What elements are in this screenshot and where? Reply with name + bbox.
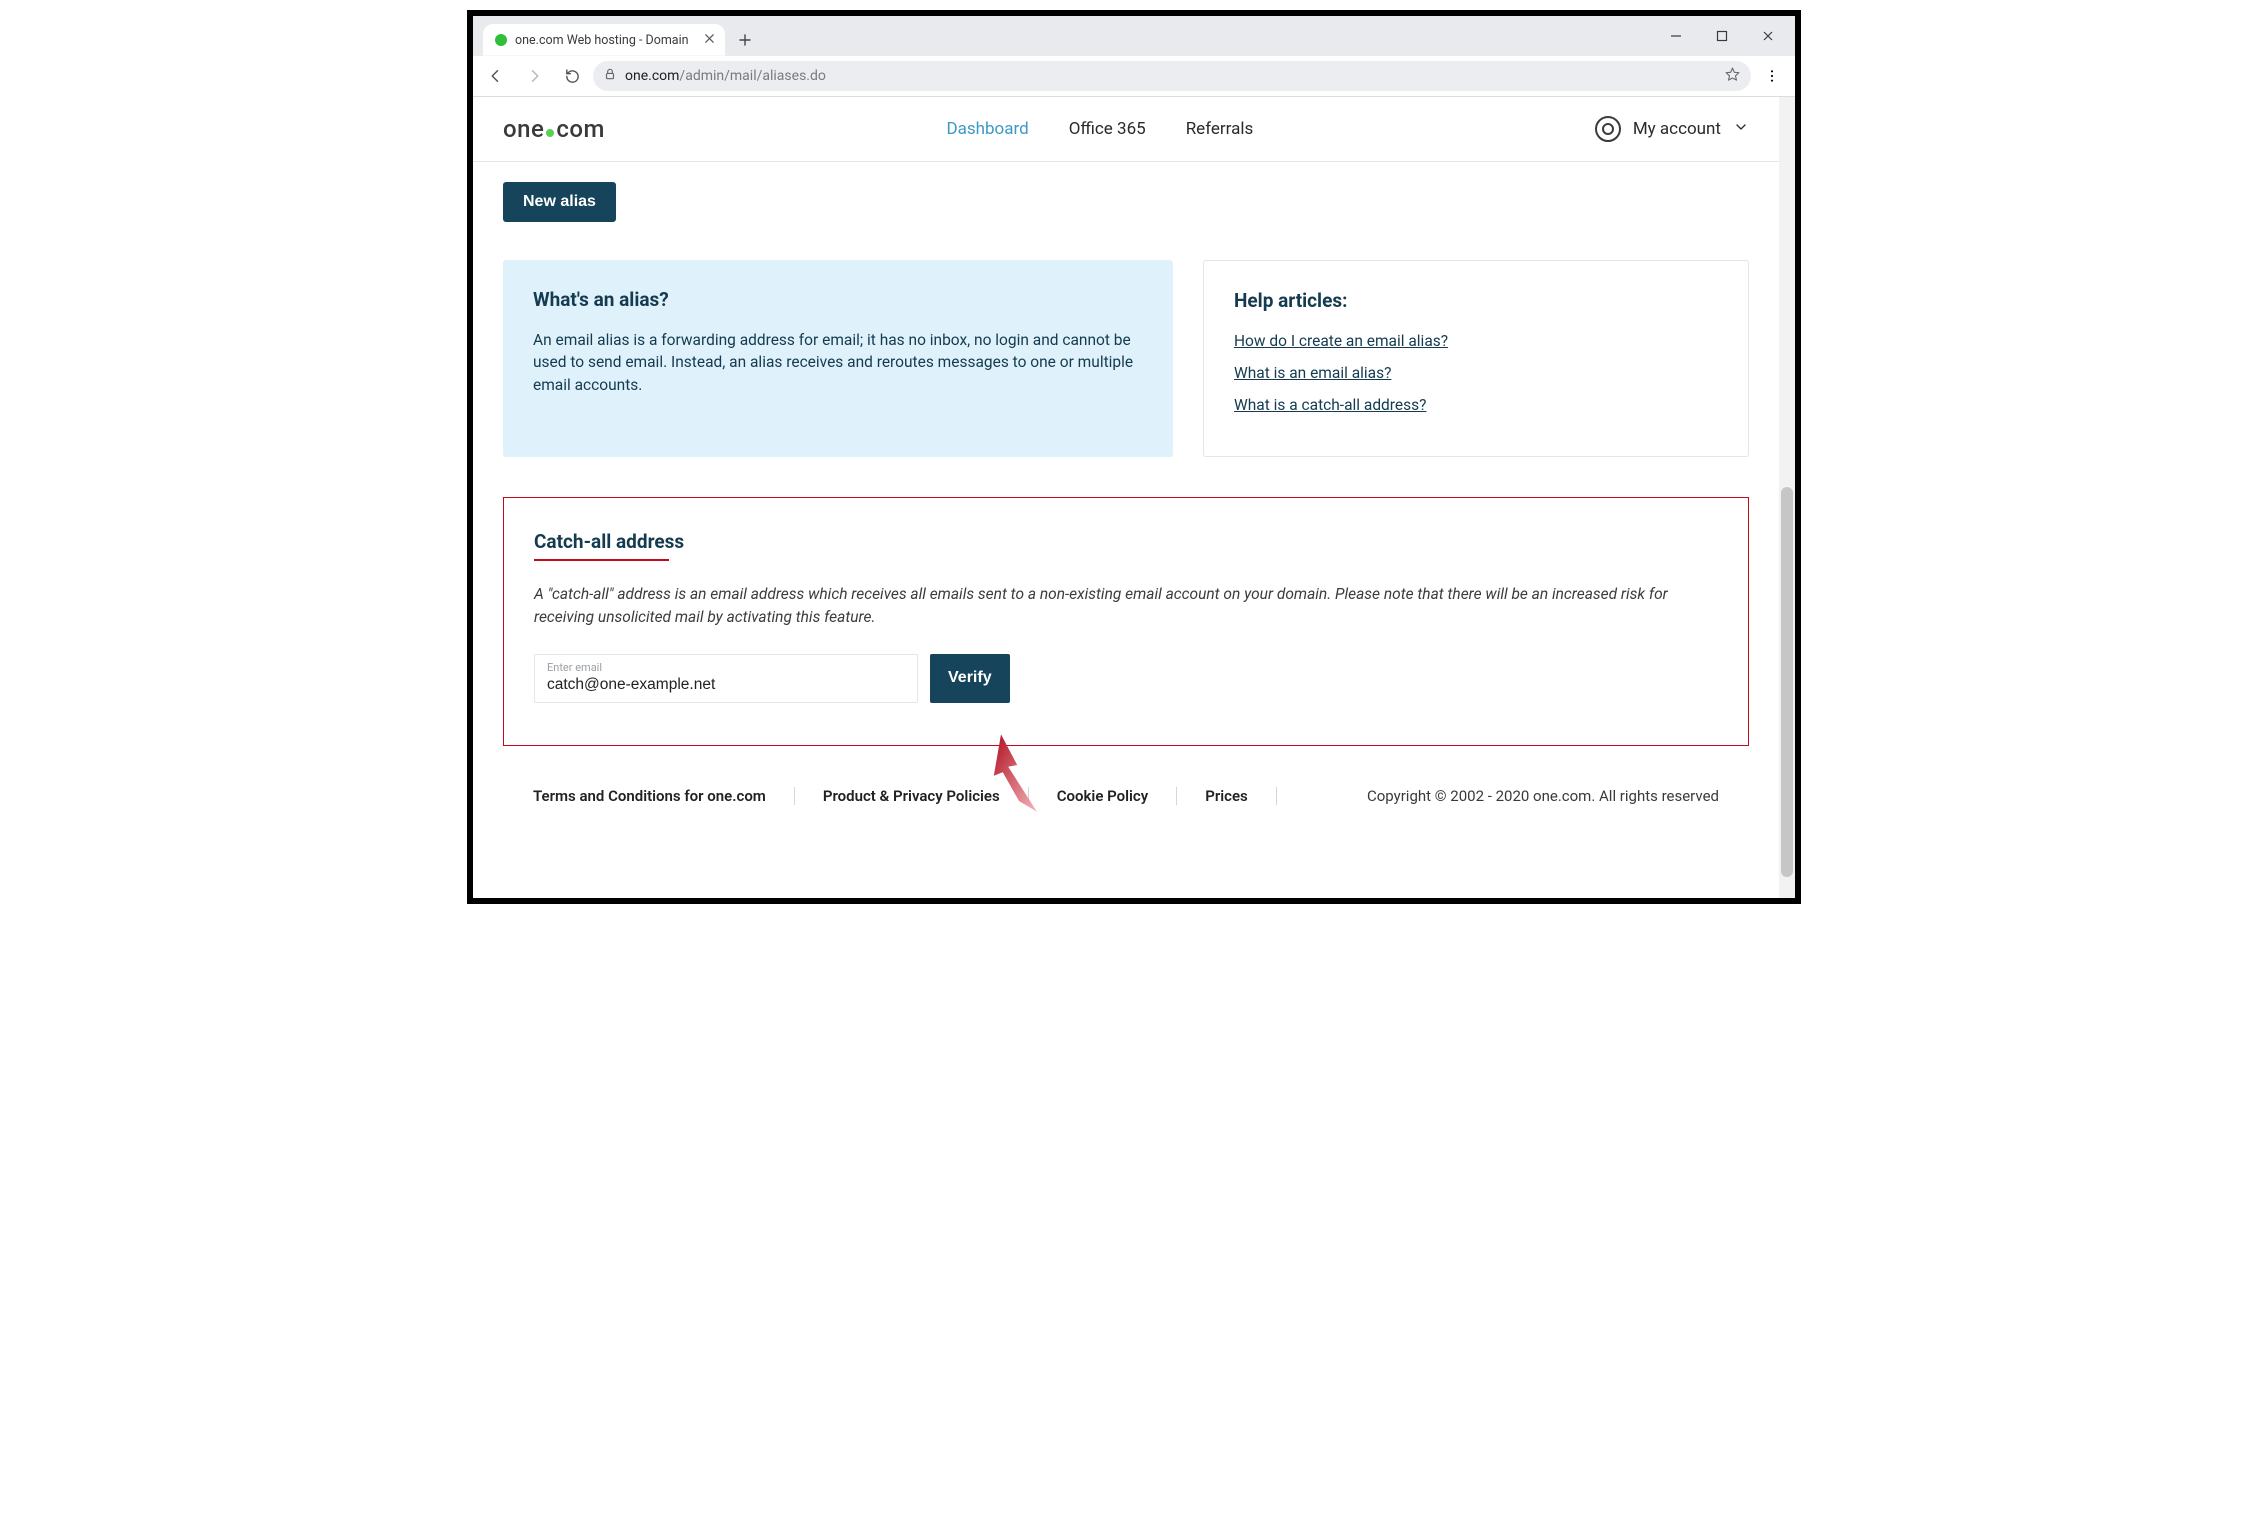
nav-office365[interactable]: Office 365 — [1069, 119, 1146, 139]
address-text: one.com/admin/mail/aliases.do — [625, 68, 826, 84]
window-minimize-button[interactable] — [1653, 16, 1699, 56]
tab-favicon-icon — [495, 34, 507, 46]
site-header: onecom Dashboard Office 365 Referrals My… — [473, 97, 1779, 162]
new-tab-button[interactable] — [731, 26, 759, 54]
browser-toolbar: one.com/admin/mail/aliases.do — [473, 56, 1795, 97]
page-content: New alias What's an alias? An email alia… — [473, 162, 1779, 824]
verify-button[interactable]: Verify — [930, 654, 1010, 703]
new-alias-button[interactable]: New alias — [503, 182, 616, 222]
app-frame: one.com Web hosting - Domain — [467, 10, 1801, 904]
help-link[interactable]: How do I create an email alias? — [1234, 332, 1718, 350]
footer-terms-link[interactable]: Terms and Conditions for one.com — [533, 787, 795, 805]
alias-info-title: What's an alias? — [533, 288, 1143, 311]
highlight-underline-icon — [534, 559, 669, 561]
scrollbar-thumb[interactable] — [1781, 487, 1793, 877]
user-avatar-icon — [1595, 116, 1621, 142]
site-logo[interactable]: onecom — [503, 115, 605, 143]
primary-nav: Dashboard Office 365 Referrals — [635, 119, 1565, 139]
vertical-scrollbar[interactable] — [1779, 97, 1795, 898]
catchall-form: Enter email Verify — [534, 654, 1718, 703]
alias-info-body: An email alias is a forwarding address f… — [533, 329, 1143, 396]
alias-info-card: What's an alias? An email alias is a for… — [503, 260, 1173, 457]
browser-titlebar: one.com Web hosting - Domain — [473, 16, 1795, 56]
tab-title: one.com Web hosting - Domain — [515, 33, 696, 48]
help-link[interactable]: What is an email alias? — [1234, 364, 1718, 382]
bookmark-star-icon[interactable] — [1724, 66, 1741, 87]
site-footer: Terms and Conditions for one.com Product… — [503, 768, 1749, 824]
catchall-email-label: Enter email — [547, 661, 905, 674]
window-close-button[interactable] — [1745, 16, 1791, 56]
footer-cookie-link[interactable]: Cookie Policy — [1029, 787, 1177, 805]
address-bar[interactable]: one.com/admin/mail/aliases.do — [593, 61, 1751, 91]
nav-reload-button[interactable] — [555, 59, 589, 93]
page-body: onecom Dashboard Office 365 Referrals My… — [473, 97, 1779, 898]
logo-dot-icon — [546, 129, 554, 137]
footer-policies-link[interactable]: Product & Privacy Policies — [795, 787, 1029, 805]
catchall-description: A "catch-all" address is an email addres… — [534, 583, 1718, 630]
help-link[interactable]: What is a catch-all address? — [1234, 396, 1718, 414]
tab-close-icon[interactable] — [704, 33, 715, 48]
nav-referrals[interactable]: Referrals — [1186, 119, 1254, 139]
browser-menu-button[interactable] — [1755, 59, 1789, 93]
nav-back-button[interactable] — [479, 59, 513, 93]
browser-tab[interactable]: one.com Web hosting - Domain — [483, 24, 725, 56]
footer-copyright: Copyright © 2002 - 2020 one.com. All rig… — [1367, 787, 1719, 805]
info-row: What's an alias? An email alias is a for… — [503, 260, 1749, 457]
account-menu[interactable]: My account — [1595, 116, 1749, 142]
footer-prices-link[interactable]: Prices — [1177, 787, 1277, 805]
nav-forward-button[interactable] — [517, 59, 551, 93]
chevron-down-icon — [1733, 119, 1749, 140]
help-articles-title: Help articles: — [1234, 289, 1718, 312]
help-articles-card: Help articles: How do I create an email … — [1203, 260, 1749, 457]
lock-icon — [603, 67, 617, 85]
catchall-email-input[interactable] — [547, 676, 905, 694]
window-controls — [1653, 16, 1791, 56]
account-label: My account — [1633, 119, 1721, 139]
catchall-section: Catch-all address A "catch-all" address … — [503, 497, 1749, 746]
nav-dashboard[interactable]: Dashboard — [946, 119, 1028, 139]
viewport: onecom Dashboard Office 365 Referrals My… — [473, 97, 1795, 898]
window-maximize-button[interactable] — [1699, 16, 1745, 56]
catchall-email-field[interactable]: Enter email — [534, 654, 918, 703]
catchall-title: Catch-all address — [534, 530, 684, 553]
